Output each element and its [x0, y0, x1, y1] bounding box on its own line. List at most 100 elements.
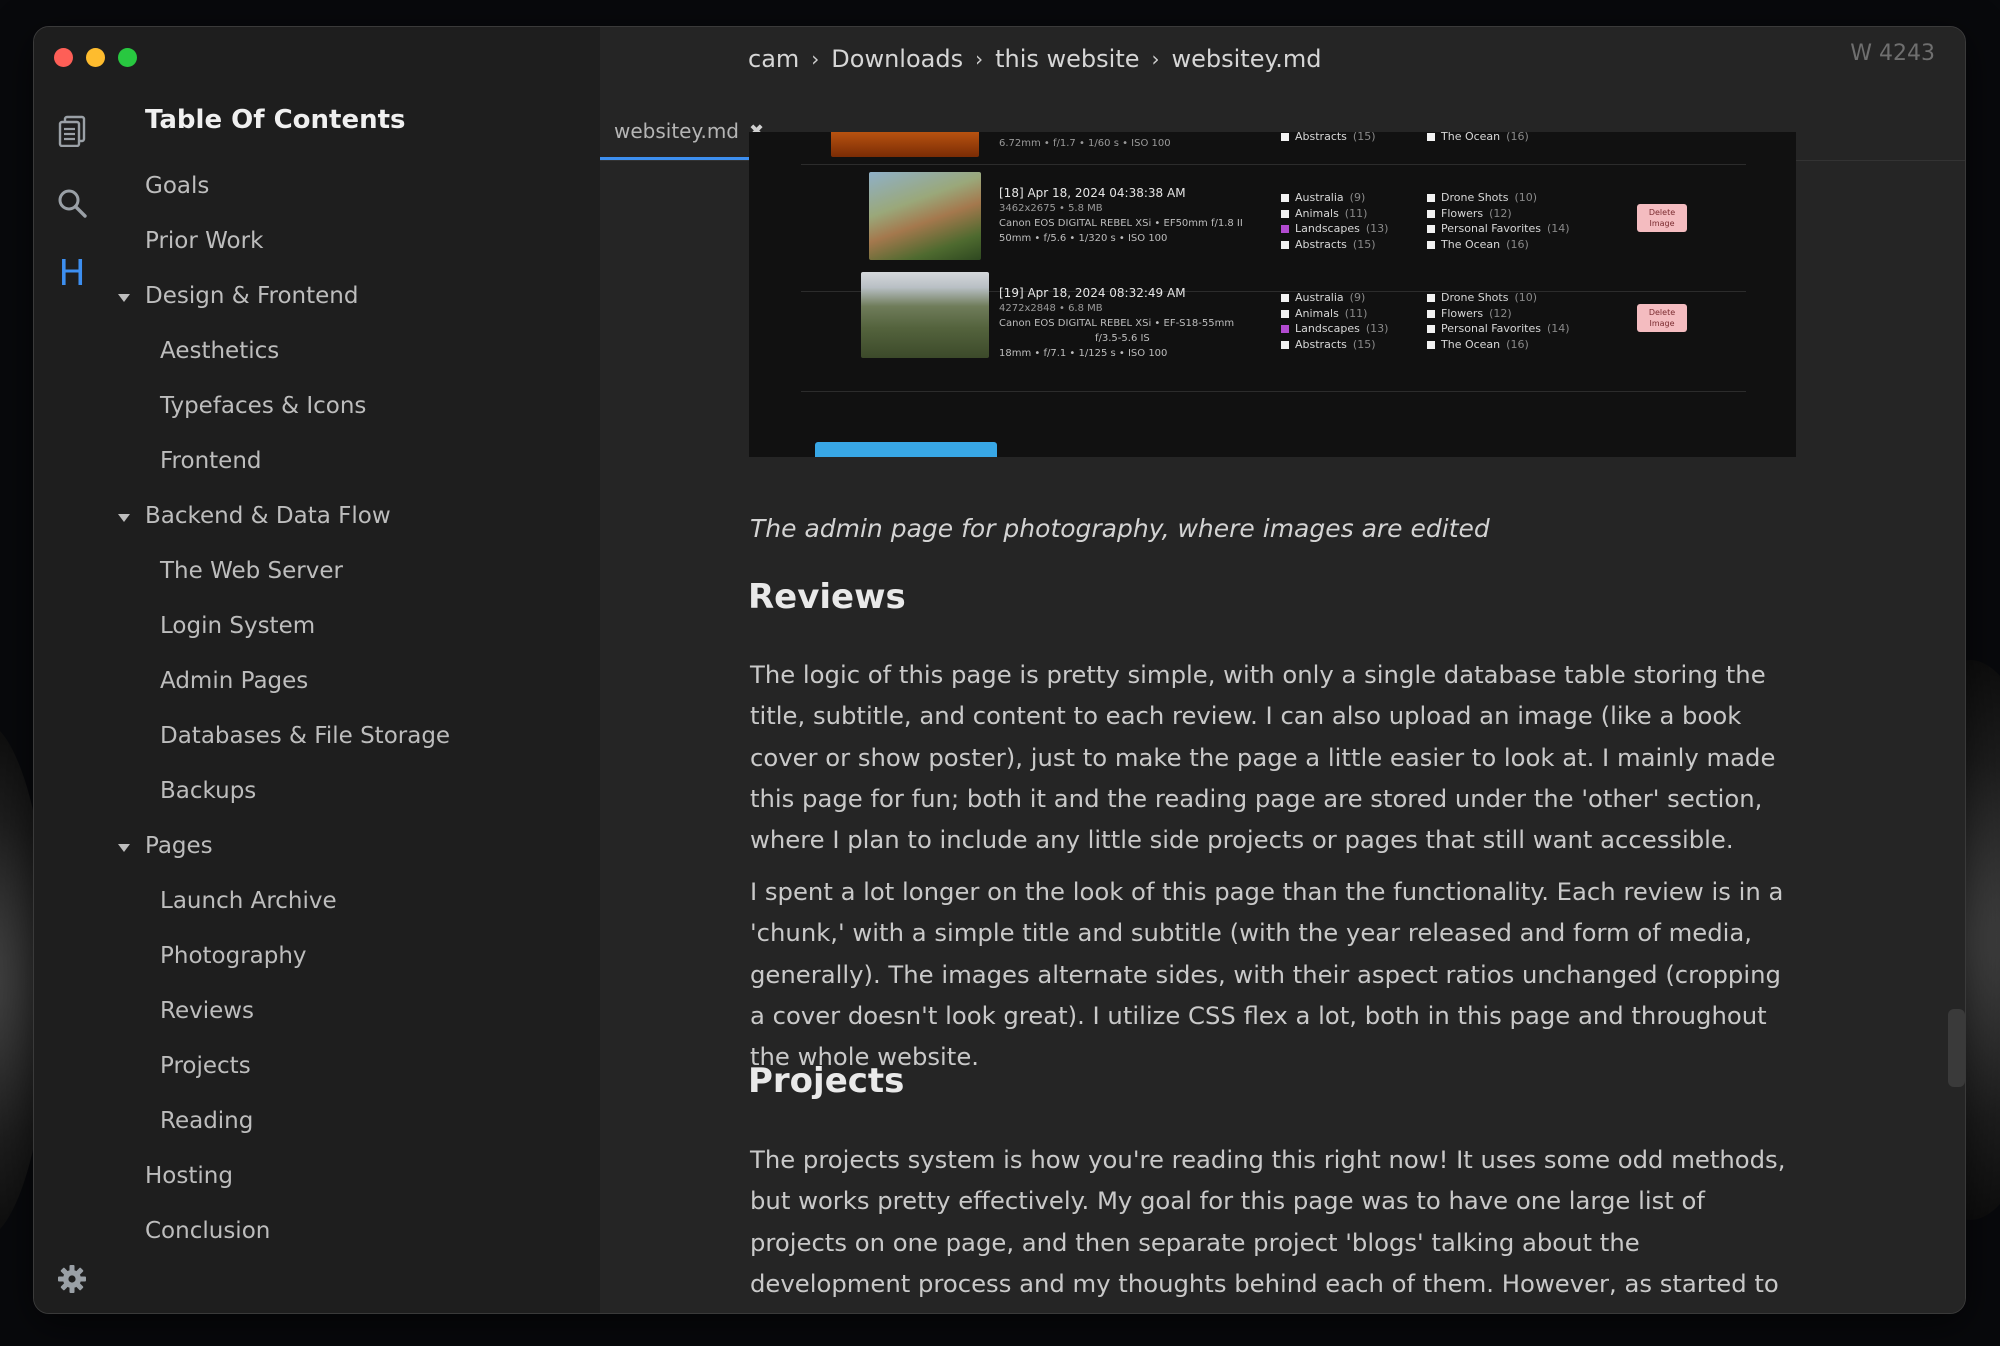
category-option[interactable]: Landscapes (13): [1281, 221, 1388, 237]
checkbox[interactable]: [1281, 340, 1289, 349]
category-option[interactable]: The Ocean (16): [1427, 337, 1570, 353]
breadcrumb-item-file[interactable]: websitey.md: [1172, 45, 1322, 73]
paragraph: The projects system is how you're readin…: [750, 1145, 1786, 1313]
caret-down-icon[interactable]: [118, 844, 130, 852]
toc-item-databases-file-storage[interactable]: Databases & File Storage: [34, 709, 600, 764]
category-option[interactable]: Animals (11): [1281, 306, 1388, 322]
toc-item-reviews[interactable]: Reviews: [34, 984, 600, 1039]
photo-thumbnail: [831, 132, 979, 157]
photo-meta: [19] Apr 18, 2024 08:32:49 AM 4272x2848 •…: [999, 286, 1235, 359]
checkbox[interactable]: [1281, 309, 1289, 318]
category-checklist: Drone Shots (10) Flowers (12) Personal Favor…: [1427, 290, 1570, 352]
toc-item-label: Launch Archive: [160, 888, 337, 914]
zoom-window-button[interactable]: [118, 48, 137, 67]
checkbox[interactable]: [1281, 294, 1289, 302]
toc-item-label: Design & Frontend: [145, 283, 359, 309]
category-checklist: The Ocean (16): [1427, 132, 1529, 145]
category-option[interactable]: Personal Favorites (14): [1427, 221, 1570, 237]
caret-down-icon[interactable]: [118, 294, 130, 302]
toc-item-label: Reading: [160, 1108, 254, 1134]
breadcrumb-item-cam[interactable]: cam: [748, 45, 799, 73]
checkbox[interactable]: [1427, 294, 1435, 302]
category-checklist: Drone Shots (10) Flowers (12) Personal Favor…: [1427, 190, 1570, 252]
breadcrumb-item-downloads[interactable]: Downloads: [831, 45, 963, 73]
photo-meta: 6.72mm • f/1.7 • 1/60 s • ISO 100: [999, 138, 1171, 149]
checkbox[interactable]: [1427, 309, 1435, 318]
category-option[interactable]: Drone Shots (10): [1427, 290, 1570, 306]
chevron-right-icon: ›: [811, 47, 820, 71]
minimize-window-button[interactable]: [86, 48, 105, 67]
toc-item-label: Photography: [160, 943, 307, 969]
category-checklist: Australia (9) Animals (11) Landscapes (13) Abs…: [1281, 190, 1388, 252]
category-checklist: Abstracts (15): [1281, 132, 1376, 145]
word-count: W 4243: [1850, 41, 1935, 66]
delete-image-button[interactable]: Delete Image: [1637, 304, 1687, 332]
category-option[interactable]: Drone Shots (10): [1427, 190, 1570, 206]
category-option[interactable]: The Ocean (16): [1427, 237, 1570, 253]
category-checklist: Australia (9) Animals (11) Landscapes (13) Abs…: [1281, 290, 1388, 352]
breadcrumb: cam › Downloads › this website › website…: [748, 37, 1322, 81]
files-icon[interactable]: [54, 113, 90, 149]
app-window: H Table Of Contents Goals Prior Work Desig…: [33, 26, 1966, 1314]
checkbox-checked[interactable]: [1281, 325, 1289, 333]
toc-item-backups[interactable]: Backups: [34, 764, 600, 819]
close-window-button[interactable]: [54, 48, 73, 67]
category-option[interactable]: Flowers (12): [1427, 206, 1570, 222]
toc-item-admin-pages[interactable]: Admin Pages: [34, 654, 600, 709]
photo-thumbnail: [869, 172, 981, 260]
checkbox[interactable]: [1427, 240, 1435, 249]
toc-item-hosting[interactable]: Hosting: [34, 1149, 600, 1204]
category-option[interactable]: Animals (11): [1281, 206, 1388, 222]
paragraph: I spent a lot longer on the look of this…: [750, 877, 1784, 1072]
category-option[interactable]: Australia (9): [1281, 190, 1388, 206]
category-option[interactable]: Flowers (12): [1427, 306, 1570, 322]
category-option[interactable]: Abstracts (15): [1281, 237, 1388, 253]
section-heading-projects: Projects: [748, 1061, 905, 1101]
toc-item-login-system[interactable]: Login System: [34, 599, 600, 654]
toc-item-frontend[interactable]: Frontend: [34, 434, 600, 489]
checkbox[interactable]: [1281, 240, 1289, 249]
category-option[interactable]: Landscapes (13): [1281, 321, 1388, 337]
section-heading-reviews: Reviews: [748, 577, 906, 617]
category-option[interactable]: Australia (9): [1281, 290, 1388, 306]
toc-item-the-web-server[interactable]: The Web Server: [34, 544, 600, 599]
gear-icon[interactable]: [54, 1261, 90, 1297]
photo-thumbnail: [861, 272, 989, 358]
toc-item-prior-work[interactable]: Prior Work: [34, 214, 600, 269]
checkbox[interactable]: [1281, 194, 1289, 202]
checkbox[interactable]: [1427, 325, 1435, 333]
toc-item-pages[interactable]: Pages: [34, 819, 600, 874]
toc-item-design-frontend[interactable]: Design & Frontend: [34, 269, 600, 324]
toc-item-aesthetics[interactable]: Aesthetics: [34, 324, 600, 379]
breadcrumb-item-this-website[interactable]: this website: [995, 45, 1139, 73]
toc-item-label: Hosting: [145, 1163, 233, 1189]
toc-item-goals[interactable]: Goals: [34, 159, 600, 214]
category-option[interactable]: Abstracts (15): [1281, 337, 1388, 353]
toc-item-label: Pages: [145, 833, 213, 859]
toc-item-typefaces-icons[interactable]: Typefaces & Icons: [34, 379, 600, 434]
delete-image-button[interactable]: Delete Image: [1637, 204, 1687, 232]
checkbox[interactable]: [1281, 209, 1289, 218]
sidebar: H Table Of Contents Goals Prior Work Desig…: [34, 27, 600, 1313]
toc-item-label: Prior Work: [145, 228, 264, 254]
checkbox[interactable]: [1427, 340, 1435, 349]
toc-item-label: Login System: [160, 613, 316, 639]
checkbox[interactable]: [1427, 209, 1435, 218]
toc-item-photography[interactable]: Photography: [34, 929, 600, 984]
category-option[interactable]: Personal Favorites (14): [1427, 321, 1570, 337]
chevron-right-icon: ›: [975, 47, 984, 71]
caret-down-icon[interactable]: [118, 514, 130, 522]
document-content: 6.72mm • f/1.7 • 1/60 s • ISO 100 Abstra…: [748, 132, 1798, 1313]
toc-item-backend-data-flow[interactable]: Backend & Data Flow: [34, 489, 600, 544]
scrollbar-thumb[interactable]: [1948, 1009, 1965, 1087]
checkbox[interactable]: [1427, 225, 1435, 233]
toc-item-label: Frontend: [160, 448, 262, 474]
toc-item-reading[interactable]: Reading: [34, 1094, 600, 1149]
checkbox[interactable]: [1427, 194, 1435, 202]
toc-item-label: Projects: [160, 1053, 251, 1079]
toc-item-launch-archive[interactable]: Launch Archive: [34, 874, 600, 929]
checkbox-checked[interactable]: [1281, 225, 1289, 233]
toc-item-conclusion[interactable]: Conclusion: [34, 1204, 600, 1259]
toc-item-projects[interactable]: Projects: [34, 1039, 600, 1094]
toc-item-label: Aesthetics: [160, 338, 280, 364]
